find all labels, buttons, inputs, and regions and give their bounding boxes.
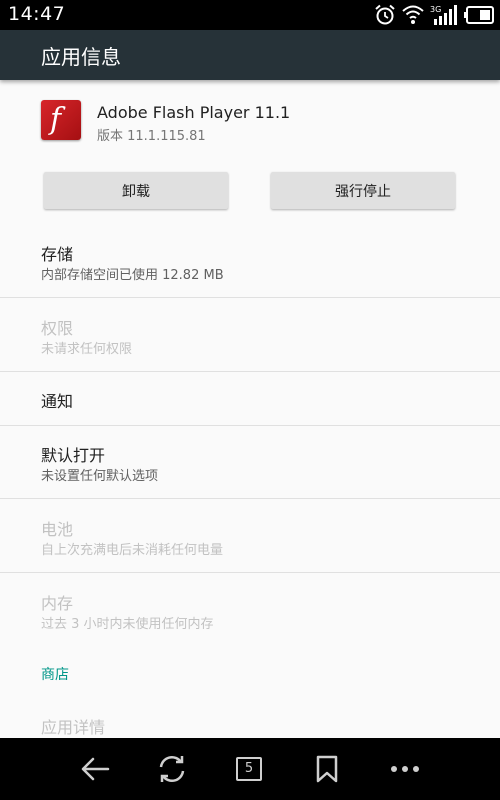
tab-count: 5 [244,761,254,776]
pref-memory: 内存 过去 3 小时内未使用任何内存 [0,573,500,646]
status-icons: 3G [374,3,494,27]
app-header: f Adobe Flash Player 11.1 版本 11.1.115.81 [0,80,500,160]
more-icon [391,766,419,772]
pref-app-details-title: 应用详情 [41,718,106,737]
tabs-button[interactable]: 5 [229,751,269,787]
app-name: Adobe Flash Player 11.1 [97,103,291,122]
pref-notifications[interactable]: 通知 [0,372,500,425]
pref-permissions: 权限 未请求任何权限 [0,298,500,371]
status-bar: 14:47 3G [0,0,500,30]
refresh-button[interactable] [152,751,192,787]
bookmark-button[interactable] [307,751,347,787]
pref-app-details: 应用详情 [0,700,500,738]
more-button[interactable] [385,751,425,787]
pref-permissions-title: 权限 [41,319,74,338]
status-time: 14:47 [8,3,66,25]
refresh-icon [159,755,185,783]
flash-player-app-icon: f [41,100,81,140]
bookmark-icon [316,755,338,783]
pref-open-by-default-title: 默认打开 [41,446,106,465]
back-button[interactable] [75,751,115,787]
network-type-label: 3G [430,5,441,14]
store-category-header: 商店 [41,667,69,683]
battery-icon [464,6,494,24]
pref-open-by-default-summary: 未设置任何默认选项 [41,469,159,484]
bottom-nav-bar: 5 [0,738,500,800]
pref-storage-summary: 内部存储空间已使用 12.82 MB [41,268,224,283]
back-icon [81,757,110,781]
uninstall-button[interactable]: 卸载 [44,172,228,209]
pref-permissions-summary: 未请求任何权限 [41,342,133,357]
pref-storage[interactable]: 存储 内部存储空间已使用 12.82 MB [0,225,500,297]
pref-battery: 电池 自上次充满电后未消耗任何电量 [0,499,500,572]
page-title: 应用信息 [41,45,121,69]
app-info-content[interactable]: f Adobe Flash Player 11.1 版本 11.1.115.81… [0,80,500,738]
wifi-icon [402,5,424,24]
pref-battery-summary: 自上次充满电后未消耗任何电量 [41,543,224,558]
pref-memory-summary: 过去 3 小时内未使用任何内存 [41,617,214,632]
pref-open-by-default[interactable]: 默认打开 未设置任何默认选项 [0,426,500,498]
app-version: 版本 11.1.115.81 [97,129,206,144]
flash-logo-glyph: f [50,102,62,137]
alarm-icon [375,4,395,25]
app-bar: 应用信息 [0,30,500,80]
signal-icon: 3G [430,5,457,25]
force-stop-button[interactable]: 强行停止 [271,172,455,209]
pref-memory-title: 内存 [41,594,74,613]
pref-storage-title: 存储 [41,245,74,264]
tabs-icon: 5 [236,757,262,781]
pref-battery-title: 电池 [41,520,74,539]
pref-notifications-title: 通知 [41,392,74,411]
